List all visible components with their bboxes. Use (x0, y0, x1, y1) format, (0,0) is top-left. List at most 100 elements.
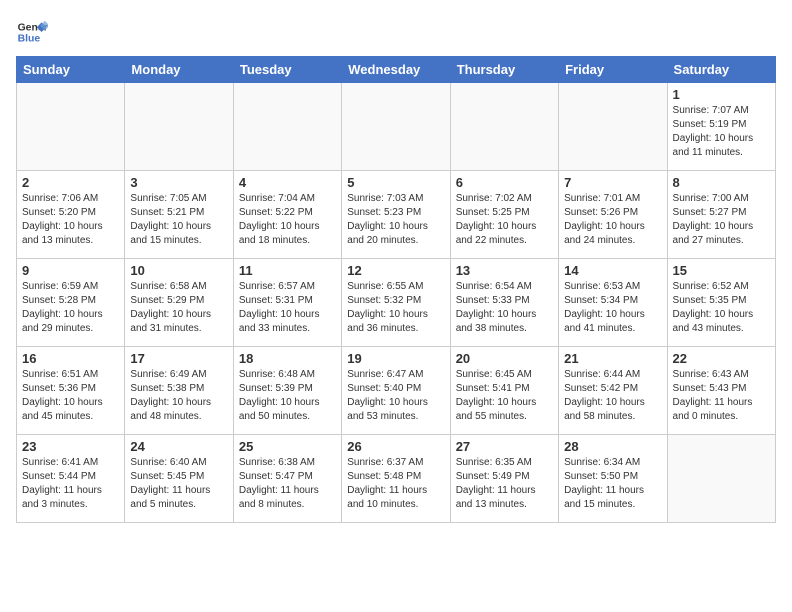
header: General Blue (16, 16, 776, 48)
calendar-cell: 7 Sunrise: 7:01 AM Sunset: 5:26 PM Daylig… (559, 171, 667, 259)
day-info: Sunrise: 6:57 AM Sunset: 5:31 PM Dayligh… (239, 280, 336, 336)
calendar-cell: 15 Sunrise: 6:52 AM Sunset: 5:35 PM Dayli… (667, 259, 775, 347)
week-row-3: 16Sunrise: 6:51 AM Sunset: 5:36 PM Dayli… (17, 347, 776, 435)
weekday-header-wednesday: Wednesday (342, 57, 450, 83)
day-info: Sunrise: 6:53 AM Sunset: 5:34 PM Dayligh… (564, 280, 661, 336)
weekday-header-friday: Friday (559, 57, 667, 83)
logo-icon: General Blue (16, 16, 48, 48)
calendar-cell (450, 83, 558, 171)
day-number: 25 (239, 439, 336, 454)
day-number: 28 (564, 439, 661, 454)
calendar-cell: 2 Sunrise: 7:06 AM Sunset: 5:20 PM Daylig… (17, 171, 125, 259)
calendar-cell: 9 Sunrise: 6:59 AM Sunset: 5:28 PM Daylig… (17, 259, 125, 347)
day-info: Sunrise: 6:55 AM Sunset: 5:32 PM Dayligh… (347, 280, 444, 336)
calendar-cell: 14 Sunrise: 6:53 AM Sunset: 5:34 PM Dayli… (559, 259, 667, 347)
weekday-header-thursday: Thursday (450, 57, 558, 83)
day-number: 26 (347, 439, 444, 454)
day-info: Sunrise: 6:47 AM Sunset: 5:40 PM Dayligh… (347, 368, 444, 424)
day-info: Sunrise: 7:05 AM Sunset: 5:21 PM Dayligh… (130, 192, 227, 248)
calendar-table: SundayMondayTuesdayWednesdayThursdayFrid… (16, 56, 776, 523)
logo: General Blue (16, 16, 52, 48)
day-number: 23 (22, 439, 119, 454)
week-row-1: 2 Sunrise: 7:06 AM Sunset: 5:20 PM Daylig… (17, 171, 776, 259)
day-info: Sunrise: 6:34 AM Sunset: 5:50 PM Dayligh… (564, 456, 661, 512)
svg-text:Blue: Blue (18, 34, 41, 45)
day-info: Sunrise: 6:44 AM Sunset: 5:42 PM Dayligh… (564, 368, 661, 424)
weekday-header-tuesday: Tuesday (233, 57, 341, 83)
day-number: 21 (564, 351, 661, 366)
day-number: 24 (130, 439, 227, 454)
day-info: Sunrise: 6:40 AM Sunset: 5:45 PM Dayligh… (130, 456, 227, 512)
calendar-cell: 26 Sunrise: 6:37 AM Sunset: 5:48 PM Dayli… (342, 435, 450, 523)
week-row-2: 9 Sunrise: 6:59 AM Sunset: 5:28 PM Daylig… (17, 259, 776, 347)
calendar-cell (342, 83, 450, 171)
day-number: 2 (22, 175, 119, 190)
weekday-header-sunday: Sunday (17, 57, 125, 83)
week-row-4: 23 Sunrise: 6:41 AM Sunset: 5:44 PM Dayli… (17, 435, 776, 523)
day-info: Sunrise: 6:41 AM Sunset: 5:44 PM Dayligh… (22, 456, 119, 512)
calendar-cell: 11Sunrise: 6:57 AM Sunset: 5:31 PM Dayli… (233, 259, 341, 347)
calendar-cell: 19 Sunrise: 6:47 AM Sunset: 5:40 PM Dayli… (342, 347, 450, 435)
day-number: 17 (130, 351, 227, 366)
calendar-cell (233, 83, 341, 171)
day-number: 6 (456, 175, 553, 190)
day-number: 3 (130, 175, 227, 190)
day-number: 18 (239, 351, 336, 366)
day-info: Sunrise: 7:06 AM Sunset: 5:20 PM Dayligh… (22, 192, 119, 248)
weekday-header-row: SundayMondayTuesdayWednesdayThursdayFrid… (17, 57, 776, 83)
day-info: Sunrise: 7:00 AM Sunset: 5:27 PM Dayligh… (673, 192, 770, 248)
weekday-header-monday: Monday (125, 57, 233, 83)
day-info: Sunrise: 6:58 AM Sunset: 5:29 PM Dayligh… (130, 280, 227, 336)
calendar-cell: 10 Sunrise: 6:58 AM Sunset: 5:29 PM Dayli… (125, 259, 233, 347)
day-info: Sunrise: 7:02 AM Sunset: 5:25 PM Dayligh… (456, 192, 553, 248)
day-number: 15 (673, 263, 770, 278)
day-number: 10 (130, 263, 227, 278)
day-number: 9 (22, 263, 119, 278)
calendar-cell: 4Sunrise: 7:04 AM Sunset: 5:22 PM Daylig… (233, 171, 341, 259)
day-number: 5 (347, 175, 444, 190)
day-info: Sunrise: 6:49 AM Sunset: 5:38 PM Dayligh… (130, 368, 227, 424)
day-info: Sunrise: 6:48 AM Sunset: 5:39 PM Dayligh… (239, 368, 336, 424)
day-info: Sunrise: 6:52 AM Sunset: 5:35 PM Dayligh… (673, 280, 770, 336)
day-info: Sunrise: 7:03 AM Sunset: 5:23 PM Dayligh… (347, 192, 444, 248)
day-info: Sunrise: 6:35 AM Sunset: 5:49 PM Dayligh… (456, 456, 553, 512)
day-info: Sunrise: 7:07 AM Sunset: 5:19 PM Dayligh… (673, 104, 770, 160)
day-number: 27 (456, 439, 553, 454)
calendar-cell: 25 Sunrise: 6:38 AM Sunset: 5:47 PM Dayli… (233, 435, 341, 523)
day-number: 8 (673, 175, 770, 190)
calendar-cell: 8 Sunrise: 7:00 AM Sunset: 5:27 PM Daylig… (667, 171, 775, 259)
calendar-cell: 12 Sunrise: 6:55 AM Sunset: 5:32 PM Dayli… (342, 259, 450, 347)
day-info: Sunrise: 6:37 AM Sunset: 5:48 PM Dayligh… (347, 456, 444, 512)
day-number: 19 (347, 351, 444, 366)
day-number: 14 (564, 263, 661, 278)
calendar-cell: 28 Sunrise: 6:34 AM Sunset: 5:50 PM Dayli… (559, 435, 667, 523)
calendar-cell: 21 Sunrise: 6:44 AM Sunset: 5:42 PM Dayli… (559, 347, 667, 435)
calendar-cell: 3 Sunrise: 7:05 AM Sunset: 5:21 PM Daylig… (125, 171, 233, 259)
calendar-cell (125, 83, 233, 171)
weekday-header-saturday: Saturday (667, 57, 775, 83)
week-row-0: 1Sunrise: 7:07 AM Sunset: 5:19 PM Daylig… (17, 83, 776, 171)
day-info: Sunrise: 7:01 AM Sunset: 5:26 PM Dayligh… (564, 192, 661, 248)
day-number: 20 (456, 351, 553, 366)
day-info: Sunrise: 6:59 AM Sunset: 5:28 PM Dayligh… (22, 280, 119, 336)
calendar-cell: 27 Sunrise: 6:35 AM Sunset: 5:49 PM Dayli… (450, 435, 558, 523)
calendar-cell (667, 435, 775, 523)
calendar-cell: 1Sunrise: 7:07 AM Sunset: 5:19 PM Daylig… (667, 83, 775, 171)
day-info: Sunrise: 6:43 AM Sunset: 5:43 PM Dayligh… (673, 368, 770, 424)
calendar-cell: 6 Sunrise: 7:02 AM Sunset: 5:25 PM Daylig… (450, 171, 558, 259)
calendar-cell: 23 Sunrise: 6:41 AM Sunset: 5:44 PM Dayli… (17, 435, 125, 523)
day-info: Sunrise: 6:45 AM Sunset: 5:41 PM Dayligh… (456, 368, 553, 424)
calendar-cell: 24 Sunrise: 6:40 AM Sunset: 5:45 PM Dayli… (125, 435, 233, 523)
day-number: 22 (673, 351, 770, 366)
day-number: 16 (22, 351, 119, 366)
day-number: 7 (564, 175, 661, 190)
day-number: 4 (239, 175, 336, 190)
day-info: Sunrise: 6:54 AM Sunset: 5:33 PM Dayligh… (456, 280, 553, 336)
day-number: 13 (456, 263, 553, 278)
day-info: Sunrise: 6:38 AM Sunset: 5:47 PM Dayligh… (239, 456, 336, 512)
day-number: 12 (347, 263, 444, 278)
calendar-cell: 5 Sunrise: 7:03 AM Sunset: 5:23 PM Daylig… (342, 171, 450, 259)
calendar-cell: 13 Sunrise: 6:54 AM Sunset: 5:33 PM Dayli… (450, 259, 558, 347)
calendar-cell: 20 Sunrise: 6:45 AM Sunset: 5:41 PM Dayli… (450, 347, 558, 435)
calendar-cell: 16Sunrise: 6:51 AM Sunset: 5:36 PM Dayli… (17, 347, 125, 435)
